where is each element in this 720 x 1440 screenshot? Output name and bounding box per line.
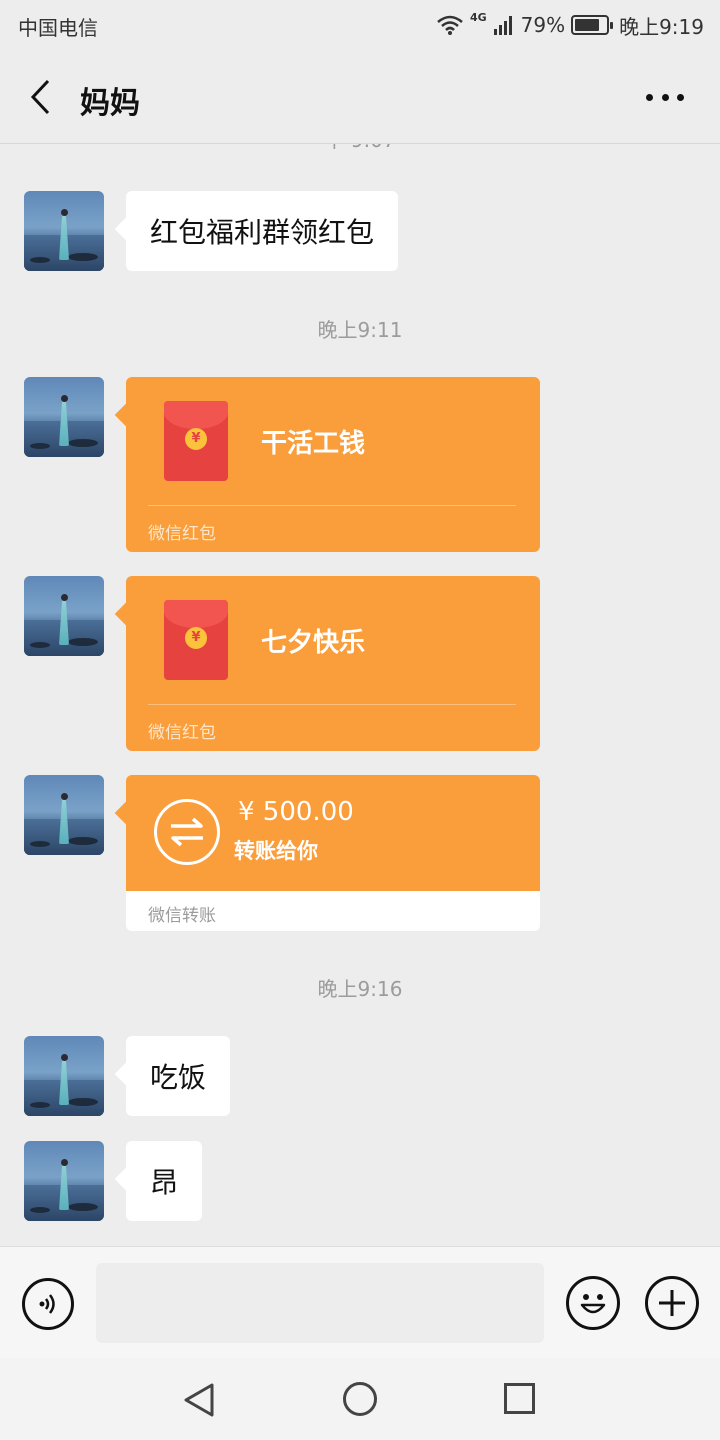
red-packet-title: 干活工钱 bbox=[261, 429, 366, 459]
battery-level bbox=[575, 19, 600, 31]
transfer-label: 微信转账 bbox=[148, 906, 216, 926]
contact-avatar[interactable] bbox=[24, 191, 104, 271]
more-dot bbox=[677, 93, 684, 101]
transfer-message[interactable]: ¥ 500.00 转账给你 微信转账 bbox=[126, 775, 540, 931]
message-bubble[interactable]: 吃饭 bbox=[126, 1036, 231, 1116]
nav-recent-icon[interactable] bbox=[504, 1383, 535, 1414]
red-packet-label: 微信红包 bbox=[148, 524, 216, 544]
transfer-card: ¥ 500.00 转账给你 bbox=[126, 775, 540, 891]
battery-percent: 79% bbox=[520, 13, 566, 37]
voice-button[interactable] bbox=[22, 1278, 74, 1330]
input-bar bbox=[0, 1246, 720, 1358]
emoji-button[interactable] bbox=[566, 1276, 620, 1330]
emoji-icon bbox=[580, 1294, 606, 1314]
message-text: 吃饭 bbox=[150, 1061, 207, 1094]
contact-avatar[interactable] bbox=[24, 775, 104, 855]
voice-icon bbox=[39, 1294, 55, 1314]
chat-title: 妈妈 bbox=[80, 86, 140, 121]
message-bubble[interactable]: 昂 bbox=[126, 1141, 203, 1221]
message-text: 昂 bbox=[150, 1166, 179, 1199]
status-time: 晚上9:19 bbox=[619, 14, 704, 39]
time-separator: 晚上9:11 bbox=[317, 318, 403, 342]
chevron-left-icon bbox=[30, 79, 50, 115]
contact-avatar[interactable] bbox=[24, 1141, 104, 1221]
contact-avatar[interactable] bbox=[24, 1036, 104, 1116]
red-packet-message[interactable]: ¥ 干活工钱 微信红包 bbox=[126, 377, 540, 552]
network-type: 4G bbox=[469, 11, 487, 24]
message-bubble[interactable]: 红包福利群领红包 bbox=[126, 191, 399, 271]
transfer-description: 转账给你 bbox=[234, 839, 318, 863]
system-nav-bar bbox=[0, 1358, 720, 1440]
more-functions-button[interactable] bbox=[645, 1276, 699, 1330]
nav-back-icon[interactable] bbox=[182, 1382, 216, 1418]
more-dot bbox=[646, 93, 653, 101]
contact-avatar[interactable] bbox=[24, 576, 104, 656]
status-bar: 中国电信 4G 79% 晚上9:19 bbox=[0, 0, 720, 50]
carrier-name: 中国电信 bbox=[18, 16, 98, 40]
plus-icon bbox=[659, 1290, 685, 1316]
red-packet-icon: ¥ bbox=[164, 600, 228, 680]
red-packet-divider bbox=[148, 704, 516, 705]
battery-icon bbox=[571, 15, 614, 35]
signal-icon bbox=[493, 16, 512, 35]
chat-header: 妈妈 bbox=[0, 50, 720, 144]
status-indicators: 4G 79% 晚上9:19 bbox=[436, 11, 704, 39]
red-packet-label: 微信红包 bbox=[148, 723, 216, 743]
contact-avatar[interactable] bbox=[24, 377, 104, 457]
transfer-arrows-icon bbox=[154, 799, 220, 865]
transfer-amount: ¥ 500.00 bbox=[238, 797, 354, 827]
wifi-icon bbox=[437, 15, 463, 35]
message-text: 红包福利群领红包 bbox=[150, 216, 375, 249]
red-packet-message[interactable]: ¥ 七夕快乐 微信红包 bbox=[126, 576, 540, 751]
message-input[interactable] bbox=[96, 1263, 544, 1343]
red-packet-title: 七夕快乐 bbox=[261, 628, 366, 658]
nav-home-icon[interactable] bbox=[343, 1382, 377, 1416]
more-options-button[interactable] bbox=[640, 80, 690, 114]
time-separator: 晚上9:16 bbox=[317, 977, 403, 1001]
back-button[interactable] bbox=[22, 76, 58, 118]
more-dot bbox=[661, 93, 669, 101]
red-packet-icon: ¥ bbox=[164, 401, 228, 481]
red-packet-divider bbox=[148, 505, 516, 506]
